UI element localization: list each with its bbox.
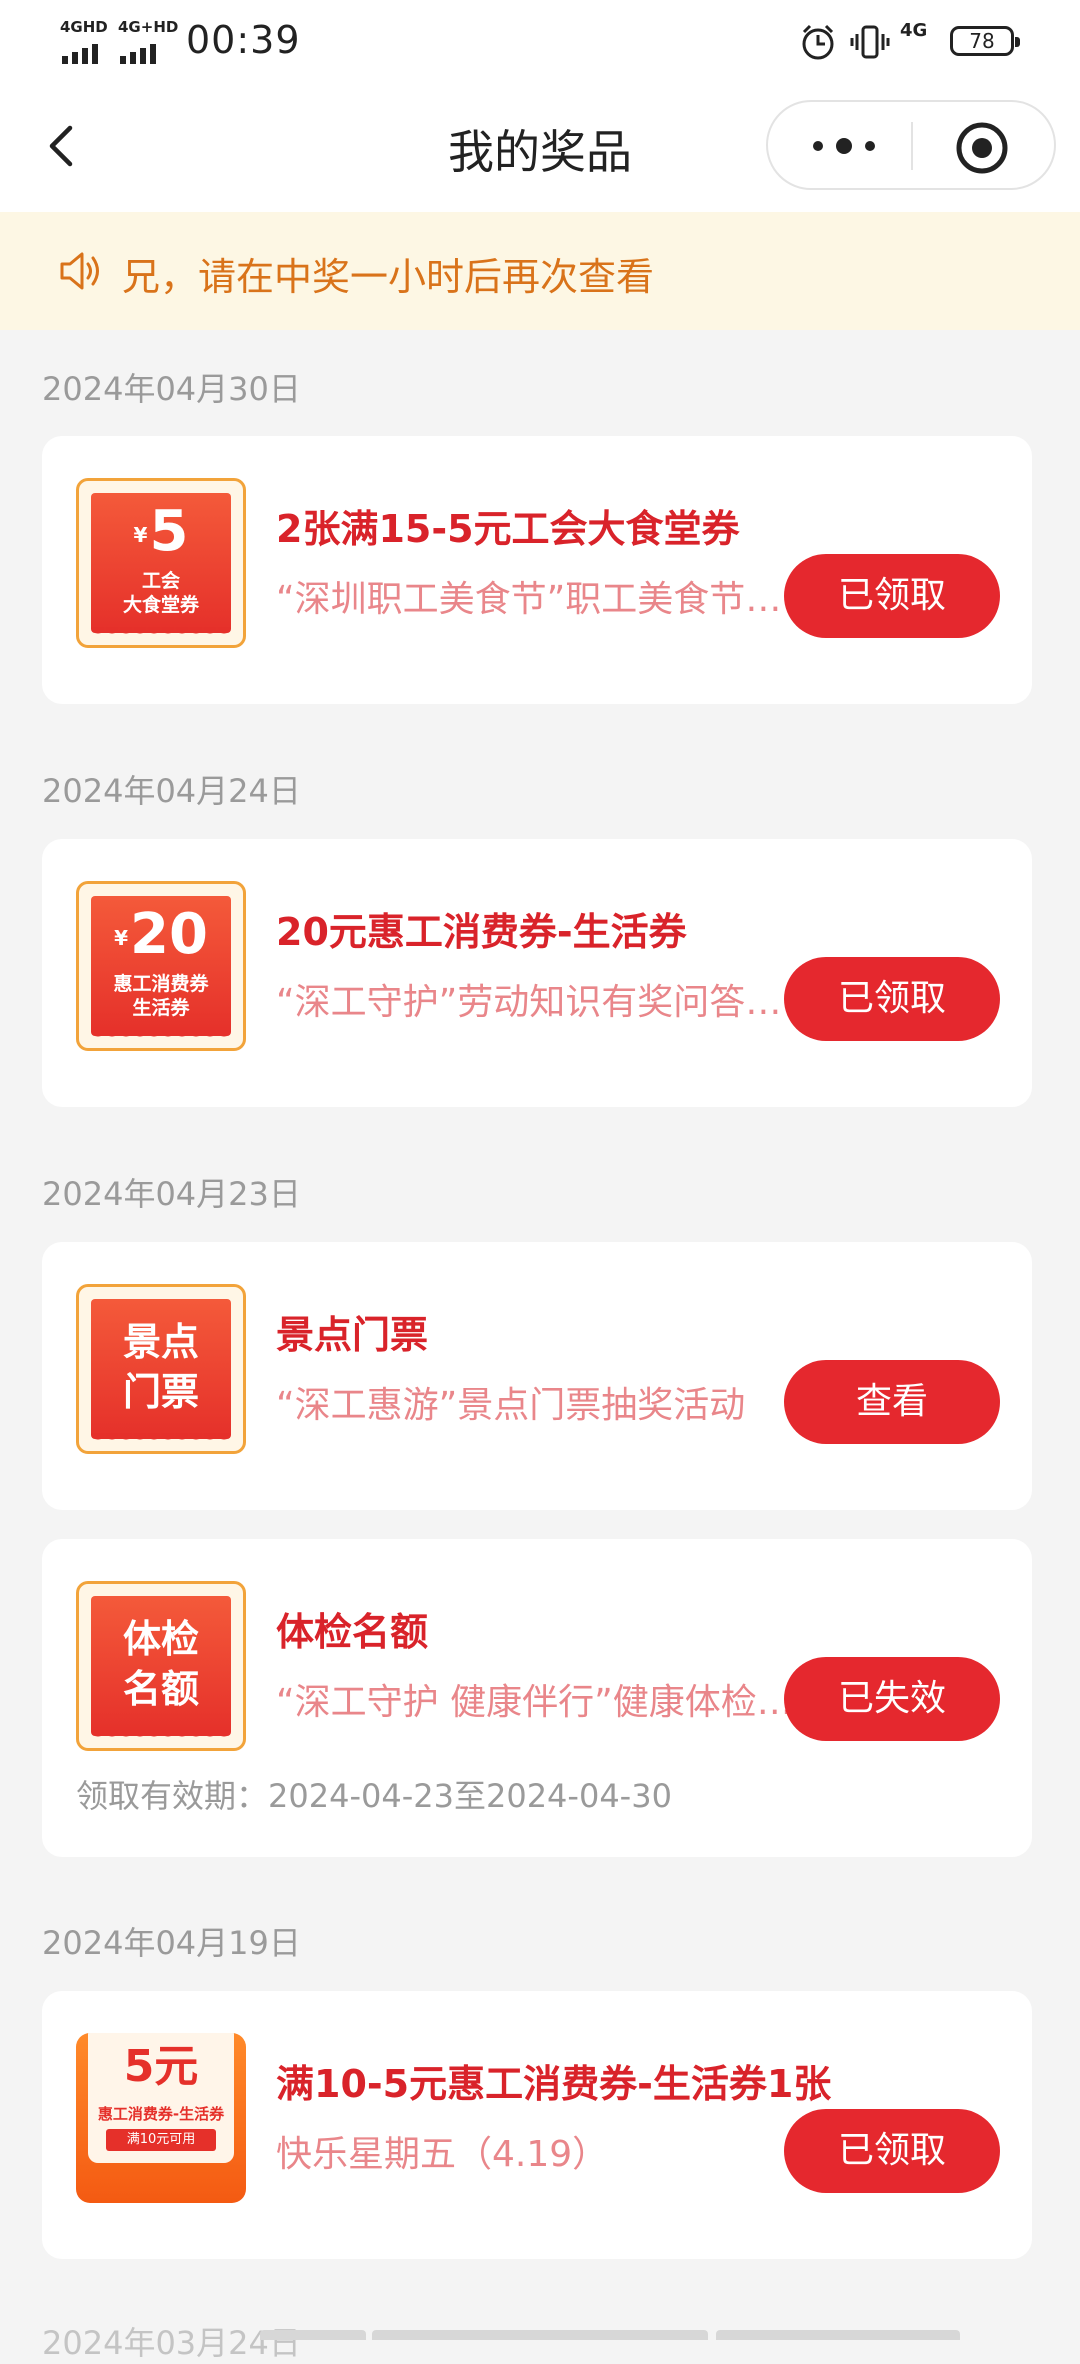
notice-text: 兄，请在中奖一小时后再次查看 — [122, 255, 655, 299]
notice-banner: 兄，请在中奖一小时后再次查看 — [0, 212, 1080, 330]
claimed-button[interactable]: 已领取 — [784, 554, 1000, 638]
prize-title: 2张满15-5元工会大食堂券 — [276, 507, 740, 551]
prize-card[interactable]: 体检 名额 体检名额 “深工守护 健康伴行”健康体检活动 已失效 领取有效期：20… — [42, 1539, 1032, 1857]
network-type-icon: 4G — [900, 20, 928, 41]
more-options-button[interactable] — [804, 124, 884, 168]
date-label: 2024年04月19日 — [42, 1924, 301, 1962]
alarm-icon — [802, 24, 834, 60]
status-bar: 4GHD 4G+HD 00:39 4G 78 — [0, 0, 1080, 86]
partial-tab — [372, 2330, 708, 2340]
vibrate-icon — [850, 25, 890, 59]
prize-title: 满10-5元惠工消费券-生活券1张 — [276, 2062, 832, 2106]
prize-description: “深圳职工美食节”职工美食节抽奖活动 — [276, 579, 796, 620]
prize-card[interactable]: ¥5 工会 大食堂券 2张满15-5元工会大食堂券 “深圳职工美食节”职工美食节抽… — [42, 436, 1032, 704]
nav-bar: 我的奖品 — [0, 86, 1080, 212]
prize-description: “深工惠游”景点门票抽奖活动 — [276, 1385, 746, 1426]
view-button[interactable]: 查看 — [784, 1360, 1000, 1444]
partial-tab — [260, 2330, 366, 2340]
validity-period: 领取有效期：2024-04-23至2024-04-30 — [76, 1777, 672, 1815]
speaker-icon — [60, 252, 99, 290]
ticket-thumbnail: 景点 门票 — [76, 1284, 246, 1454]
prize-card[interactable]: 5元 惠工消费券-生活券 满10元可用 满10-5元惠工消费券-生活券1张 快乐… — [42, 1991, 1032, 2259]
date-label: 2024年03月24日 — [42, 2324, 301, 2362]
prize-title: 20元惠工消费券-生活券 — [276, 910, 687, 954]
claimed-button[interactable]: 已领取 — [784, 2109, 1000, 2193]
partial-tab — [716, 2330, 960, 2340]
coupon-thumbnail: ¥5 工会 大食堂券 — [76, 478, 246, 648]
mini-program-capsule — [766, 100, 1056, 190]
prize-title: 景点门票 — [276, 1313, 429, 1357]
checkup-thumbnail: 体检 名额 — [76, 1581, 246, 1751]
close-mini-program-button[interactable] — [954, 120, 1010, 176]
coupon-thumbnail: ¥20 惠工消费券 生活券 — [76, 881, 246, 1051]
prize-description: 快乐星期五（4.19） — [276, 2134, 609, 2175]
prize-description: “深工守护 健康伴行”健康体检活动 — [276, 1682, 796, 1723]
date-label: 2024年04月30日 — [42, 370, 301, 408]
coupon-thumbnail: 5元 惠工消费券-生活券 满10元可用 — [76, 2033, 246, 2203]
status-time: 00:39 — [186, 18, 301, 62]
date-label: 2024年04月23日 — [42, 1175, 301, 1213]
prize-card[interactable]: 景点 门票 景点门票 “深工惠游”景点门票抽奖活动 查看 — [42, 1242, 1032, 1510]
date-label: 2024年04月24日 — [42, 772, 301, 810]
expired-button[interactable]: 已失效 — [784, 1657, 1000, 1741]
prize-description: “深工守护”劳动知识有奖问答活动 — [276, 982, 796, 1023]
prize-title: 体检名额 — [276, 1610, 429, 1654]
battery-icon: 78 — [950, 26, 1020, 56]
claimed-button[interactable]: 已领取 — [784, 957, 1000, 1041]
capsule-divider — [911, 122, 913, 170]
prize-card[interactable]: ¥20 惠工消费券 生活券 20元惠工消费券-生活券 “深工守护”劳动知识有奖问答… — [42, 839, 1032, 1107]
